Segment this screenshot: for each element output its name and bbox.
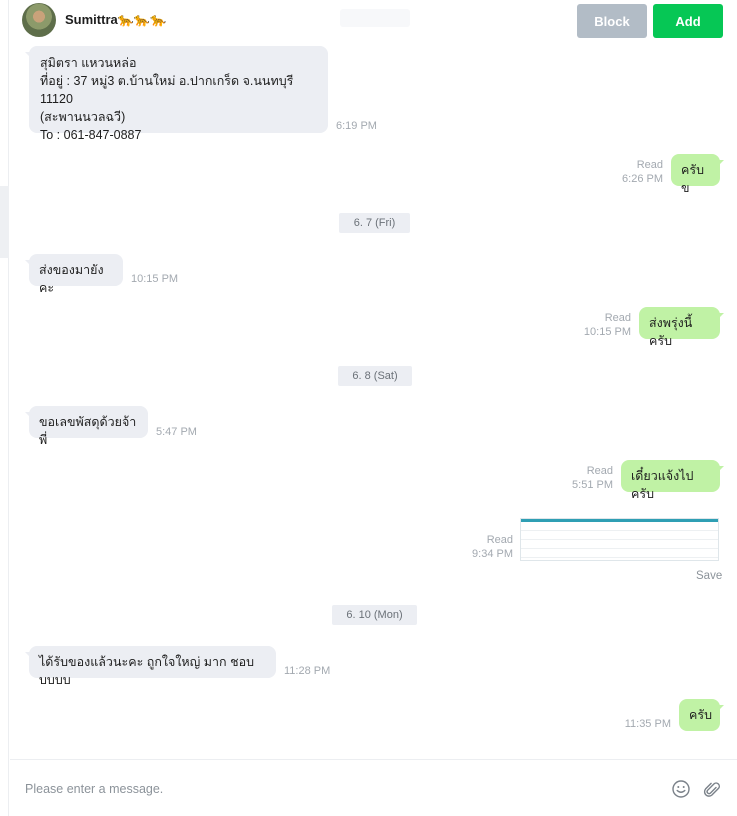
tracking-screenshot-image[interactable]	[520, 518, 719, 561]
message-time: 10:15 PM	[131, 273, 179, 285]
message-time: 5:51 PM	[572, 479, 613, 491]
message-bubble-outgoing[interactable]: ครับ	[679, 699, 724, 731]
faded-date-chip	[340, 9, 410, 27]
message-text: ส่งพรุ่งนี้ครับ	[649, 316, 693, 348]
block-button[interactable]: Block	[577, 4, 647, 38]
date-separator: 6. 10 (Mon)	[332, 605, 417, 625]
avatar[interactable]	[22, 3, 56, 37]
message-text: ส่งของมายังคะ	[39, 263, 104, 295]
paperclip-icon[interactable]	[700, 778, 722, 800]
message-text: ครับ	[689, 708, 713, 722]
message-meta: Read 9:34 PM	[460, 533, 513, 561]
message-meta: Read 5:51 PM	[560, 464, 613, 492]
message-bubble-outgoing[interactable]: ครับข	[671, 154, 724, 195]
image-row	[521, 540, 718, 549]
message-bubble-incoming[interactable]: ขอเลขพัสดุด้วยจ้าพี่	[25, 406, 148, 447]
smiley-icon-svg	[672, 780, 690, 798]
message-bubble-incoming[interactable]: ส่งของมายังคะ	[25, 254, 123, 295]
message-composer	[10, 759, 737, 816]
message-time: 6:26 PM	[622, 173, 663, 185]
date-separator: 6. 8 (Sat)	[338, 366, 412, 386]
message-input[interactable]	[25, 778, 625, 800]
message-time: 9:34 PM	[472, 548, 513, 560]
message-time: 11:35 PM	[624, 718, 671, 730]
message-meta: Read 10:15 PM	[575, 311, 631, 339]
message-line: To : 061-847-0887	[40, 128, 142, 142]
rail-indicator	[0, 186, 9, 258]
left-rail	[0, 0, 9, 816]
date-separator: 6. 7 (Fri)	[339, 213, 410, 233]
message-text: ได้รับของแล้วนะคะ ถูกใจใหญ่ มาก ชอบบบบบ	[39, 655, 255, 687]
add-button[interactable]: Add	[653, 4, 723, 38]
message-bubble-outgoing[interactable]: เดี๋ยวแจ้งไปครับ	[621, 460, 724, 501]
message-text: ขอเลขพัสดุด้วยจ้าพี่	[39, 415, 137, 447]
message-time: 11:28 PM	[284, 665, 331, 677]
image-row	[521, 549, 718, 558]
image-row	[521, 531, 718, 540]
message-time: 5:47 PM	[156, 426, 197, 438]
read-status: Read	[486, 534, 513, 546]
message-line: (สะพานนวลฉวี)	[40, 110, 126, 124]
message-time: 10:15 PM	[583, 326, 631, 338]
message-bubble-incoming[interactable]: ได้รับของแล้วนะคะ ถูกใจใหญ่ มาก ชอบบบบบ	[25, 646, 276, 687]
message-text: เดี๋ยวแจ้งไปครับ	[631, 469, 694, 501]
contact-name[interactable]: Sumittra🐆🐆🐆	[65, 12, 166, 28]
message-time: 6:19 PM	[336, 120, 377, 132]
message-line: สุมิตรา แหวนหล่อ	[40, 56, 137, 70]
read-status: Read	[604, 312, 631, 324]
read-status: Read	[636, 159, 663, 171]
read-status: Read	[586, 465, 613, 477]
message-bubble-incoming[interactable]: สุมิตรา แหวนหล่อ ที่อยู่ : 37 หมู่3 ต.บ้…	[25, 46, 328, 142]
save-image-link[interactable]: Save	[696, 570, 722, 582]
message-line: ที่อยู่ : 37 หมู่3 ต.บ้านใหม่ อ.ปากเกร็ด…	[40, 74, 294, 106]
message-meta: Read 6:26 PM	[610, 158, 663, 186]
message-bubble-outgoing[interactable]: ส่งพรุ่งนี้ครับ	[639, 307, 724, 348]
smiley-icon[interactable]	[670, 778, 692, 800]
image-row	[521, 522, 718, 531]
paperclip-icon-svg	[703, 782, 720, 797]
message-text: ครับข	[681, 163, 705, 195]
